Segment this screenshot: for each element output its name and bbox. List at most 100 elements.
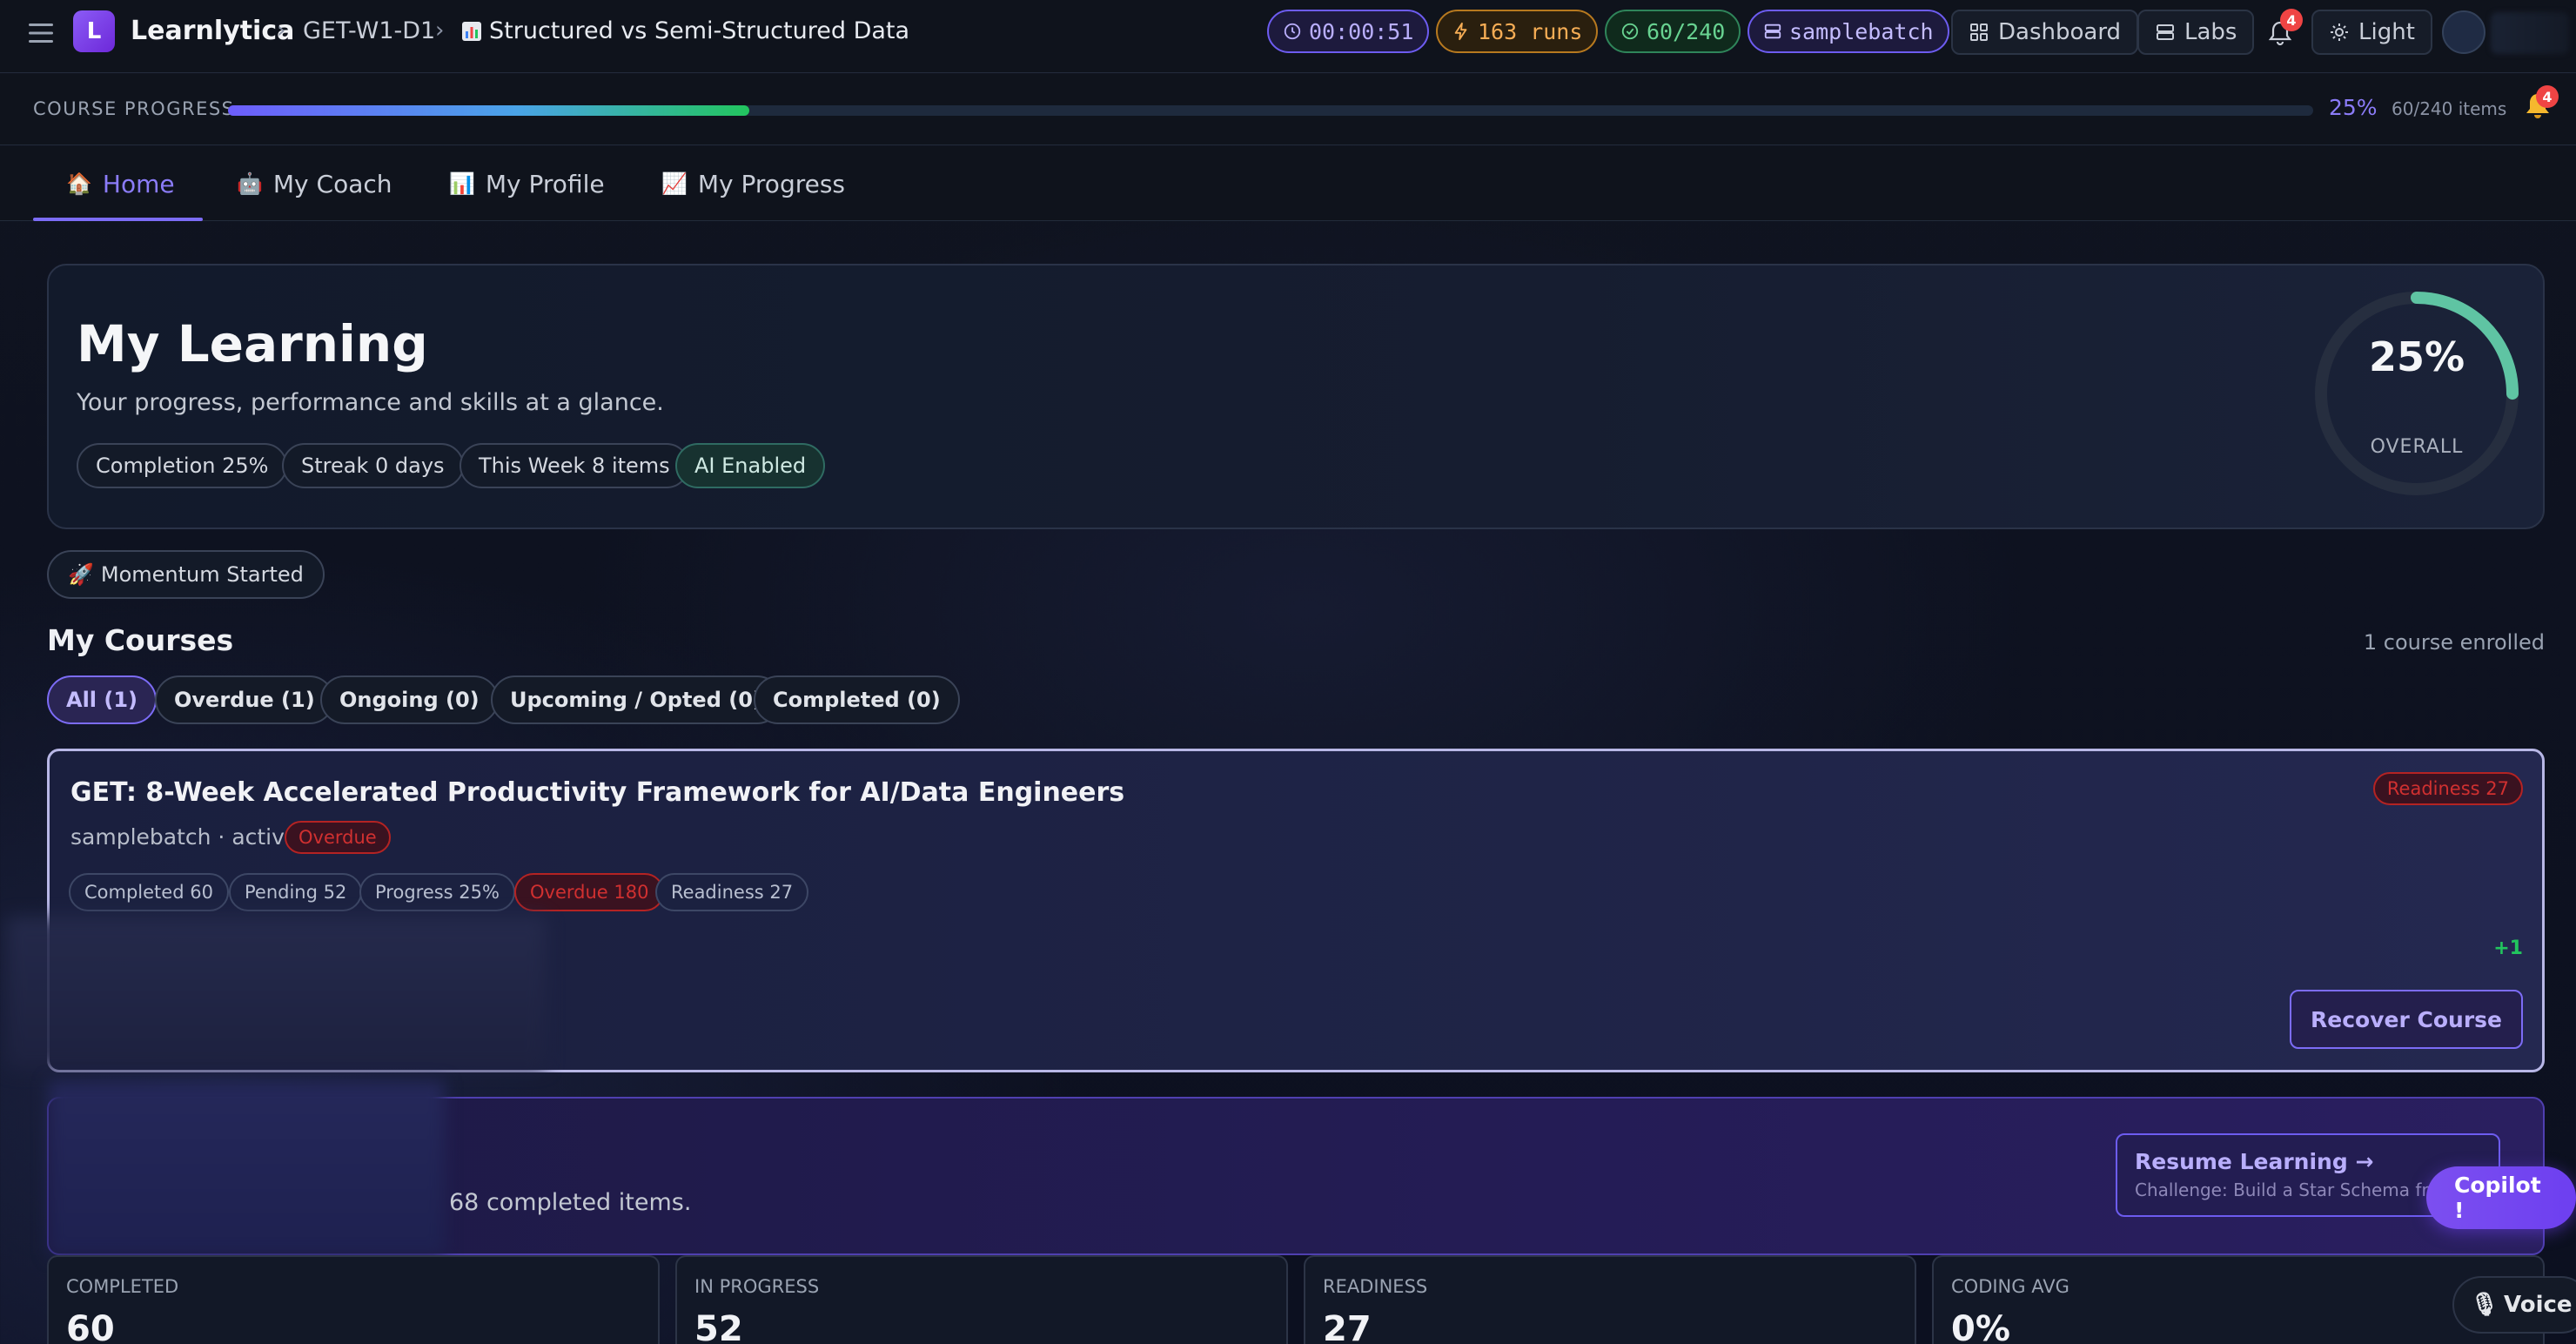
- notification-badge: 4: [2280, 9, 2303, 31]
- filter-overdue[interactable]: Overdue (1): [155, 675, 334, 724]
- filter-completed[interactable]: Completed (0): [754, 675, 960, 724]
- bar-chart-icon: 📊: [449, 171, 475, 196]
- runs-pill: 163 runs: [1436, 10, 1599, 53]
- stat-value: 0%: [1951, 1309, 2010, 1344]
- breadcrumb-current: Structured vs Semi-Structured Data: [461, 17, 909, 44]
- stat-completed: COMPLETED 60: [47, 1255, 660, 1344]
- avatar[interactable]: [2442, 10, 2485, 54]
- active-tab-indicator: [33, 218, 203, 221]
- page-title: My Learning: [77, 314, 428, 373]
- breadcrumb-course[interactable]: GET-W1-D1: [303, 17, 435, 44]
- stat-value: 27: [1323, 1309, 1372, 1344]
- course-progress-bar-row: COURSE PROGRESS 25% 60/240 items: [0, 74, 2576, 145]
- stat-value: 60: [66, 1309, 115, 1344]
- dashboard-button[interactable]: Dashboard: [1951, 10, 2139, 55]
- course-card[interactable]: GET: 8-Week Accelerated Productivity Fra…: [6, 749, 2545, 1072]
- overall-percent: 25%: [2368, 333, 2465, 380]
- stat-label: IN PROGRESS: [694, 1276, 820, 1297]
- overdue-chip: Overdue 180: [514, 873, 665, 911]
- menu-icon[interactable]: [26, 21, 56, 45]
- labs-label: Labs: [2184, 19, 2237, 45]
- batch-pill[interactable]: samplebatch: [1748, 10, 1949, 53]
- sun-icon: [2331, 24, 2348, 41]
- server-icon: [2157, 24, 2174, 40]
- stat-label: CODING AVG: [1951, 1276, 2070, 1297]
- stat-readiness: READINESS 27: [1304, 1255, 1916, 1344]
- copilot-button[interactable]: Copilot !: [2426, 1166, 2576, 1229]
- items-value: 60/240: [1647, 18, 1726, 44]
- resume-summary: 68 completed items.: [449, 1189, 692, 1216]
- stat-label: READINESS: [1323, 1276, 1428, 1297]
- clock-icon: [1284, 23, 1301, 40]
- course-title[interactable]: GET: 8-Week Accelerated Productivity Fra…: [70, 777, 1124, 808]
- voice-button[interactable]: 🎙 Voice: [2452, 1276, 2576, 1334]
- recover-course-button[interactable]: Recover Course: [2290, 990, 2523, 1049]
- filter-all[interactable]: All (1): [47, 675, 158, 724]
- page-subtitle: Your progress, performance and skills at…: [77, 389, 664, 416]
- bell-alert-badge: 4: [2536, 85, 2559, 108]
- tab-my-coach[interactable]: 🤖 My Coach: [237, 146, 392, 221]
- app-name[interactable]: Learnlytica: [131, 16, 294, 46]
- labs-button[interactable]: Labs: [2137, 10, 2255, 55]
- top-bar: L Learnlytica › GET-W1-D1 › Structured v…: [0, 0, 2576, 73]
- user-name-redacted: [2491, 12, 2569, 54]
- main-nav: 🏠 Home 🤖 My Coach 📊 My Profile 📈 My Progress: [0, 146, 2576, 221]
- check-circle-icon: [1621, 23, 1639, 40]
- course-progress-items: 60/240 items: [2392, 98, 2507, 119]
- microphone-icon: 🎙: [2470, 1292, 2499, 1318]
- course-progress-percent: 25%: [2329, 95, 2378, 120]
- chevron-right-icon: ›: [277, 17, 286, 44]
- timer-pill: 00:00:51: [1267, 10, 1430, 53]
- tab-home[interactable]: 🏠 Home: [66, 146, 175, 221]
- course-progress-fill: [228, 105, 749, 116]
- tab-home-label: Home: [102, 169, 175, 198]
- filter-upcoming[interactable]: Upcoming / Opted (0): [491, 675, 782, 724]
- overall-progress-ring: [2315, 292, 2519, 495]
- course-progress-track: [228, 105, 2313, 116]
- momentum-label: Momentum Started: [100, 562, 304, 587]
- progress-chip: Progress 25%: [359, 873, 515, 911]
- completed-chip: Completed 60: [69, 873, 229, 911]
- pending-chip: Pending 52: [229, 873, 363, 911]
- app-logo[interactable]: L: [73, 10, 115, 52]
- tab-my-profile-label: My Profile: [485, 169, 605, 198]
- chevron-right-icon: ›: [435, 17, 445, 44]
- resume-learning-label: Resume Learning →: [2135, 1149, 2374, 1174]
- server-icon: [1764, 24, 1781, 39]
- trend-chart-icon: 📈: [661, 171, 688, 196]
- enrolled-count: 1 course enrolled: [2363, 630, 2545, 655]
- my-learning-card: My Learning Your progress, performance a…: [47, 264, 2545, 529]
- voice-label: Voice: [2504, 1292, 2573, 1318]
- dashboard-label: Dashboard: [1998, 19, 2122, 45]
- bar-chart-icon: [462, 21, 481, 41]
- batch-value: samplebatch: [1789, 18, 1934, 44]
- runs-value: 163 runs: [1478, 18, 1583, 44]
- breadcrumb-current-label: Structured vs Semi-Structured Data: [489, 17, 910, 44]
- overall-label: OVERALL: [2370, 436, 2464, 458]
- readiness-tag: Readiness 27: [2372, 772, 2523, 805]
- filter-ongoing[interactable]: Ongoing (0): [320, 675, 499, 724]
- theme-toggle-button[interactable]: Light: [2311, 10, 2432, 55]
- this-week-chip: This Week 8 items: [460, 443, 689, 488]
- readiness-chip: Readiness 27: [655, 873, 809, 911]
- tab-my-progress-label: My Progress: [697, 169, 846, 198]
- theme-label: Light: [2358, 19, 2415, 45]
- tab-my-profile[interactable]: 📊 My Profile: [449, 146, 605, 221]
- overdue-tag: Overdue: [285, 821, 391, 854]
- timer-value: 00:00:51: [1309, 18, 1414, 44]
- tab-my-progress[interactable]: 📈 My Progress: [661, 146, 845, 221]
- stat-value: 52: [694, 1309, 743, 1344]
- streak-chip: Streak 0 days: [282, 443, 464, 488]
- robot-icon: 🤖: [237, 171, 263, 196]
- home-icon: 🏠: [66, 171, 92, 196]
- redacted-content: [6, 917, 546, 1070]
- rocket-icon: 🚀: [68, 562, 94, 587]
- stat-label: COMPLETED: [66, 1276, 179, 1297]
- tab-my-coach-label: My Coach: [272, 169, 392, 198]
- my-courses-heading: My Courses: [47, 623, 234, 657]
- completion-chip: Completion 25%: [77, 443, 288, 488]
- ai-enabled-chip: AI Enabled: [675, 443, 826, 488]
- grid-icon: [1970, 24, 1988, 41]
- course-progress-label: COURSE PROGRESS: [33, 98, 235, 119]
- stat-in-progress: IN PROGRESS 52: [675, 1255, 1288, 1344]
